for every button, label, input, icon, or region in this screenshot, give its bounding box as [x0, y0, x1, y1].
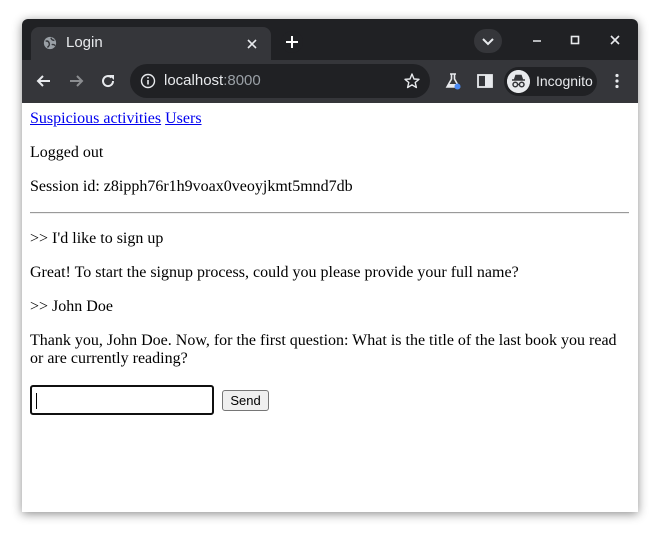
- browser-window: Login localhost:8000 Incognito Suspiciou…: [22, 19, 638, 512]
- window-close-icon[interactable]: [607, 32, 623, 48]
- side-panel-icon[interactable]: [475, 71, 495, 91]
- chat-message-user: >> I'd like to sign up: [30, 230, 164, 247]
- bookmark-star-icon[interactable]: [403, 72, 421, 90]
- chevron-down-icon: [482, 38, 494, 46]
- tab-title: Login: [66, 34, 103, 51]
- page-content: Suspicious activities Users Logged out S…: [22, 103, 638, 512]
- link-suspicious-activities[interactable]: Suspicious activities: [30, 110, 161, 127]
- reload-icon[interactable]: [98, 71, 118, 91]
- flask-icon[interactable]: [443, 71, 463, 91]
- forward-arrow-icon[interactable]: [66, 71, 86, 91]
- back-arrow-icon[interactable]: [34, 71, 54, 91]
- chat-message-assistant: Great! To start the signup process, coul…: [30, 264, 519, 281]
- session-id: Session id: z8ipph76r1h9voax0veoyjkmt5mn…: [30, 178, 353, 195]
- tab-strip: Login: [22, 19, 638, 60]
- minimize-icon[interactable]: [529, 32, 545, 48]
- tab-login[interactable]: Login: [31, 27, 271, 60]
- chat-message-assistant: Thank you, John Doe. Now, for the first …: [30, 332, 617, 367]
- info-icon[interactable]: [140, 73, 156, 89]
- send-button[interactable]: Send: [222, 390, 269, 411]
- tab-search-button[interactable]: [474, 29, 502, 53]
- link-users[interactable]: Users: [165, 110, 201, 127]
- maximize-icon[interactable]: [567, 32, 583, 48]
- profile-label: Incognito: [536, 73, 593, 89]
- url-host: localhost: [164, 72, 224, 89]
- browser-toolbar: localhost:8000 Incognito: [22, 60, 638, 103]
- new-tab-plus-icon[interactable]: [281, 31, 303, 53]
- nav-links: Suspicious activities Users: [30, 110, 622, 128]
- url-port: :8000: [223, 72, 261, 89]
- close-icon[interactable]: [245, 37, 259, 51]
- message-input[interactable]: [30, 385, 214, 415]
- text-caret: [36, 393, 37, 409]
- incognito-profile-button[interactable]: Incognito: [504, 67, 597, 96]
- url-text: localhost:8000: [164, 72, 261, 89]
- login-status: Logged out: [30, 144, 104, 161]
- divider: [30, 212, 629, 214]
- chat-message-user: >> John Doe: [30, 298, 113, 315]
- kebab-menu-icon[interactable]: [607, 71, 627, 91]
- address-bar[interactable]: localhost:8000: [130, 64, 430, 98]
- incognito-icon: [507, 70, 530, 93]
- globe-icon: [43, 36, 57, 50]
